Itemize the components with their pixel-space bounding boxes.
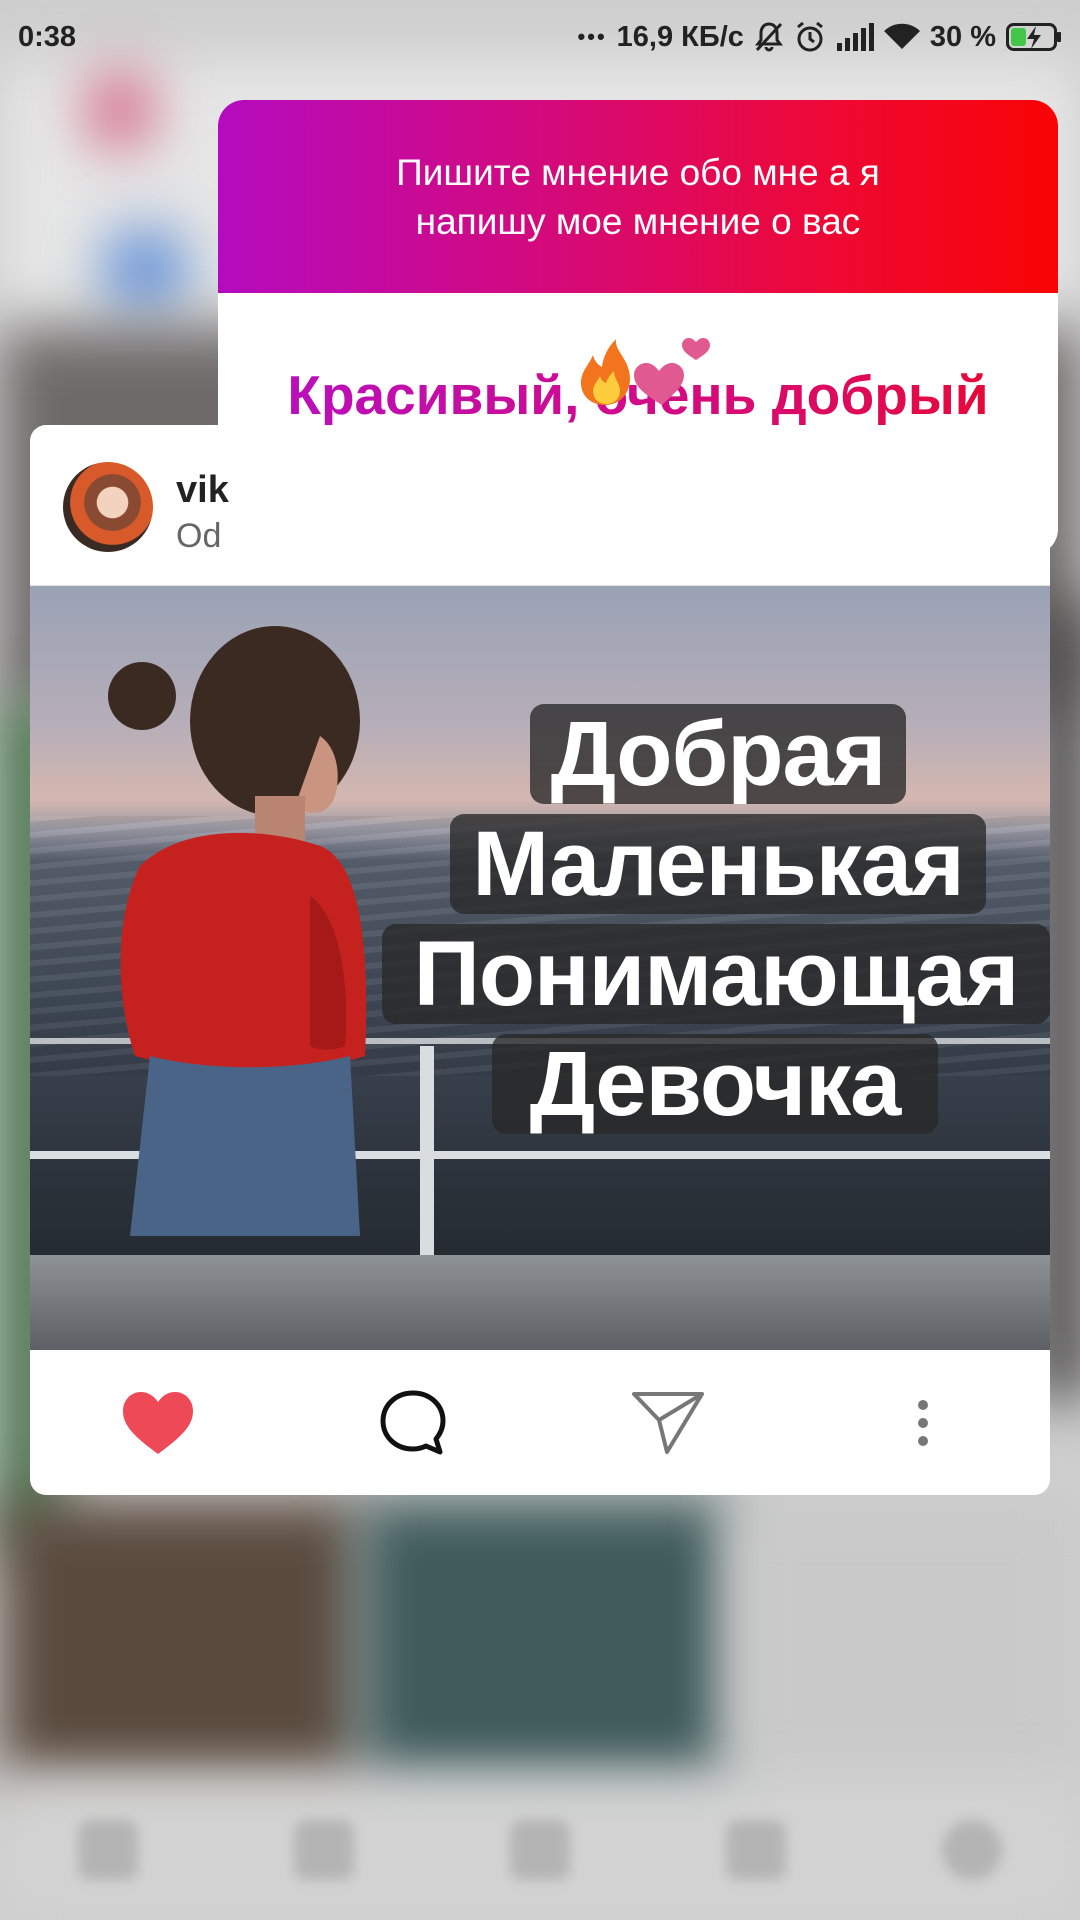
status-indicators: ••• 16,9 КБ/с 30 % xyxy=(578,21,1062,54)
avatar[interactable] xyxy=(63,462,153,552)
wifi-icon xyxy=(883,23,920,51)
overlay-line-4: Девочка xyxy=(492,1034,938,1134)
comment-button[interactable] xyxy=(353,1363,473,1483)
overlay-line-3: Понимающая xyxy=(382,924,1050,1024)
share-icon xyxy=(631,1391,704,1454)
mute-bell-icon xyxy=(754,21,784,53)
overlay-line-2: Маленькая xyxy=(450,814,986,914)
profile-icon xyxy=(942,1820,1002,1880)
post-actions-bar xyxy=(30,1350,1050,1495)
post-image[interactable]: Добрая Маленькая Понимающая Девочка xyxy=(30,586,1050,1350)
activity-icon xyxy=(726,1820,786,1880)
fire-icon xyxy=(581,339,630,405)
more-icon xyxy=(917,1399,928,1446)
post-username[interactable]: vik xyxy=(176,469,229,512)
post-subtitle: Od xyxy=(176,517,222,555)
like-button[interactable] xyxy=(98,1363,218,1483)
overlay-line-1: Добрая xyxy=(530,704,906,804)
status-bar: 0:38 ••• 16,9 КБ/с 30 % xyxy=(0,0,1080,74)
home-icon xyxy=(78,1820,138,1880)
status-time: 0:38 xyxy=(18,20,77,53)
alarm-icon xyxy=(794,21,826,53)
more-notifications-icon: ••• xyxy=(577,24,607,49)
two-hearts-icon xyxy=(634,338,710,405)
comment-icon xyxy=(380,1390,445,1454)
battery-percent: 30 % xyxy=(929,20,996,53)
network-speed: 16,9 КБ/с xyxy=(616,20,744,53)
post-header: vik Od xyxy=(30,425,1050,586)
signal-icon xyxy=(836,23,874,51)
bottom-navigation xyxy=(0,1780,1080,1920)
like-heart-icon xyxy=(122,1391,193,1454)
more-options-button[interactable] xyxy=(863,1363,983,1483)
battery-charging-icon xyxy=(1006,23,1062,51)
share-button[interactable] xyxy=(608,1363,728,1483)
question-prompt: Пишите мнение обо мне а я напишу мое мне… xyxy=(218,100,1058,293)
answer-emoji xyxy=(570,330,720,410)
search-icon xyxy=(294,1820,354,1880)
add-post-icon xyxy=(510,1820,570,1880)
shared-post-card[interactable]: vik Od Добрая Маленькая Понимающая Девоч… xyxy=(30,425,1050,1495)
